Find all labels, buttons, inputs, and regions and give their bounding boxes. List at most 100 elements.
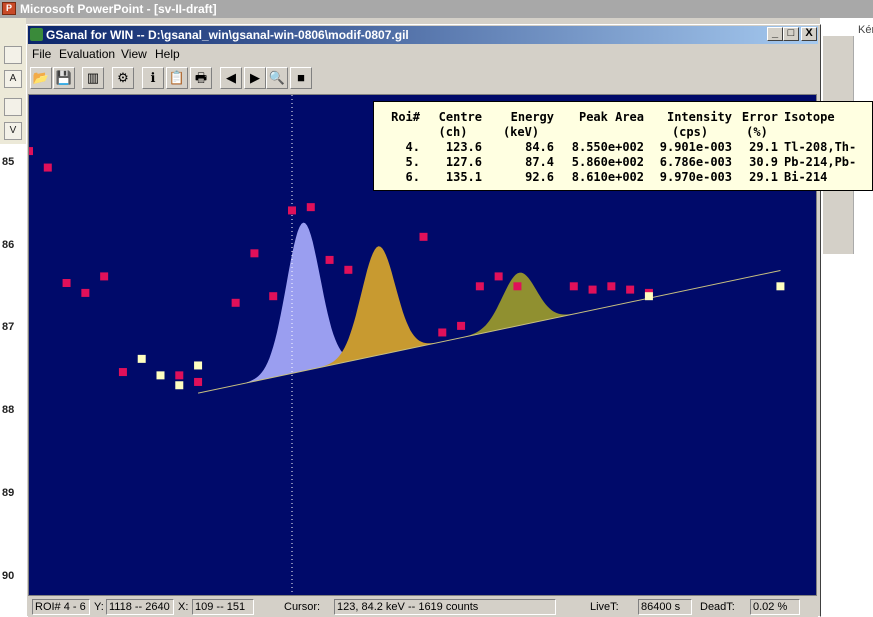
- roi-cell: 5.860e+002: [571, 155, 644, 169]
- data-point: [475, 282, 484, 291]
- print-icon: 🖶: [194, 70, 208, 85]
- minimize-button[interactable]: _: [767, 27, 783, 41]
- status-roi: ROI# 4 - 6: [32, 599, 90, 615]
- data-point: [175, 381, 184, 390]
- status-livet-label: LiveT:: [590, 601, 619, 613]
- status-x-label: X:: [178, 601, 189, 613]
- roi-header-5-0: Error: [741, 110, 778, 124]
- powerpoint-app-icon: P: [2, 2, 16, 15]
- arrow-right-button[interactable]: ▶: [244, 67, 266, 89]
- settings-icon: ⚙: [117, 70, 129, 85]
- data-point: [194, 361, 203, 370]
- roi-header-3-0: Peak Area: [578, 110, 644, 124]
- roi-cell: Pb-214,Pb-: [784, 155, 857, 169]
- open-icon: 📂: [32, 70, 50, 85]
- settings-button[interactable]: ⚙: [112, 67, 134, 89]
- close-button[interactable]: X: [801, 27, 817, 41]
- columns-icon: ▥: [86, 70, 100, 85]
- menu-file[interactable]: File: [32, 47, 51, 61]
- gsanal-title: GSanal for WIN -- D:\gsanal_win\gsanal-w…: [46, 28, 409, 42]
- data-point: [457, 321, 466, 330]
- columns-button[interactable]: ▥: [82, 67, 104, 89]
- data-point: [81, 288, 90, 297]
- ruler-number: 85: [2, 156, 15, 168]
- arrow-left-button[interactable]: ◀: [220, 67, 242, 89]
- arrow-left-icon: ◀: [226, 70, 236, 85]
- powerpoint-title: Microsoft PowerPoint - [sv-II-draft]: [20, 2, 217, 16]
- data-point: [607, 282, 616, 291]
- data-point: [43, 163, 52, 172]
- status-livet-value: 86400 s: [638, 599, 692, 615]
- maximize-button[interactable]: □: [783, 27, 799, 41]
- info-button[interactable]: ℹ: [142, 67, 164, 89]
- info-icon: ℹ: [150, 70, 156, 85]
- roi-info-box: Roi# Centre (ch) Energy (keV) Peak Area Intens…: [373, 101, 873, 191]
- roi-header-5-1: (%): [746, 125, 768, 139]
- roi-cell: 6.786e-003: [659, 155, 732, 169]
- data-point: [156, 371, 165, 380]
- roi-cell: 8.610e+002: [571, 170, 644, 184]
- data-point: [644, 292, 653, 301]
- roi-cell: 5.: [405, 155, 420, 169]
- menu-help[interactable]: Help: [155, 47, 180, 61]
- arrow-right-icon: ▶: [250, 70, 260, 85]
- roi-cell: 9.970e-003: [659, 170, 732, 184]
- status-deadt-label: DeadT:: [700, 601, 735, 613]
- stop-button[interactable]: ■: [290, 67, 312, 89]
- status-cursor-value: 123, 84.2 keV -- 1619 counts: [334, 599, 556, 615]
- ruler-number: 89: [2, 487, 15, 499]
- ruler-number: 88: [2, 404, 15, 416]
- data-point: [62, 279, 71, 288]
- roi-header-4-0: Intensity: [666, 110, 732, 124]
- roi-cell: 29.1: [749, 170, 778, 184]
- zoom-button[interactable]: 🔍: [266, 67, 288, 89]
- roi-header-4-1: (cps): [671, 125, 709, 139]
- pp-tool-button-2[interactable]: [4, 98, 22, 116]
- pp-tool-a[interactable]: A: [4, 70, 22, 88]
- data-point: [231, 298, 240, 307]
- stop-icon: ■: [297, 70, 305, 85]
- menu-view[interactable]: View: [121, 47, 147, 61]
- data-point: [137, 354, 146, 363]
- roi-cell: 4.: [405, 140, 420, 154]
- roi-cell: 92.6: [525, 170, 554, 184]
- pp-tool-v[interactable]: V: [4, 122, 22, 140]
- clipboard-icon: 📋: [168, 70, 186, 85]
- data-point: [513, 282, 522, 291]
- status-deadt-value: 0.02 %: [750, 599, 800, 615]
- pp-tool-button[interactable]: [4, 46, 22, 64]
- save-button[interactable]: 💾: [53, 67, 75, 89]
- roi-cell: 135.1: [445, 170, 482, 184]
- roi-header-0-0: Roi#: [391, 110, 420, 124]
- roi-cell: Bi-214: [784, 170, 828, 184]
- menu-bar: File Evaluation View Help: [28, 44, 818, 64]
- open-button[interactable]: 📂: [30, 67, 52, 89]
- data-point: [626, 285, 635, 294]
- gsanal-titlebar[interactable]: GSanal for WIN -- D:\gsanal_win\gsanal-w…: [28, 26, 818, 44]
- menu-evaluation[interactable]: Evaluation: [59, 47, 115, 61]
- status-y-label: Y:: [94, 601, 104, 613]
- data-point: [588, 285, 597, 294]
- roi-header-6-0: Isotope: [784, 110, 835, 124]
- status-bar: ROI# 4 - 6 Y: 1118 -- 2640 X: 109 -- 151…: [28, 598, 818, 617]
- save-icon: 💾: [55, 70, 73, 85]
- data-point: [100, 272, 109, 281]
- data-point: [494, 272, 503, 281]
- roi-header-2-1: (keV): [502, 125, 540, 139]
- ruler-number: 90: [2, 570, 15, 582]
- data-point: [175, 371, 184, 380]
- roi-cell: 30.9: [749, 155, 778, 169]
- data-point: [29, 147, 33, 156]
- ruler-number: 86: [2, 239, 15, 251]
- roi-header-1-1: (ch): [438, 125, 468, 139]
- roi-cell: 29.1: [749, 140, 778, 154]
- status-cursor-label: Cursor:: [284, 601, 321, 613]
- status-x-value: 109 -- 151: [192, 599, 254, 615]
- print-button[interactable]: 🖶: [190, 67, 212, 89]
- data-point: [269, 292, 278, 301]
- toolbar: 📂 💾 ▥ ⚙ ℹ 📋 🖶 ◀ ▶ 🔍 ■: [28, 64, 818, 92]
- data-point: [569, 282, 578, 291]
- ruler-number: 87: [2, 321, 15, 333]
- clipboard-button[interactable]: 📋: [166, 67, 188, 89]
- zoom-icon: 🔍: [268, 70, 286, 85]
